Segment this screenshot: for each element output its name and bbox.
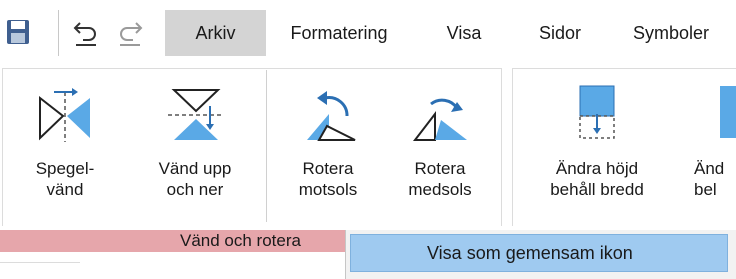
button-label: Rotera medsols	[408, 159, 472, 199]
undo-icon[interactable]	[72, 14, 100, 50]
tab-visa[interactable]: Visa	[424, 10, 504, 56]
rotate-ccw-button[interactable]: Rotera motsols	[278, 72, 378, 222]
change-width-icon	[720, 86, 736, 138]
tab-label: Visa	[446, 22, 482, 43]
rotate-ccw-icon	[307, 91, 356, 141]
group-label: Vänd och rotera	[0, 230, 345, 252]
bottom-strip	[0, 252, 345, 279]
button-label: Ändra höjd behåll bredd	[550, 159, 644, 199]
mirror-flip-button[interactable]: Spegel- vänd	[10, 72, 120, 222]
button-label: Rotera motsols	[298, 159, 358, 199]
rotate-cw-button[interactable]: Rotera medsols	[390, 72, 490, 222]
context-menu: Visa som gemensam ikon	[345, 230, 736, 279]
quick-access-separator	[58, 10, 59, 56]
divider	[0, 262, 80, 263]
button-label: Spegel- vänd	[35, 159, 95, 199]
tab-sidor[interactable]: Sidor	[520, 10, 600, 56]
button-label: Änd bel	[694, 159, 725, 199]
quick-access-and-tabs: Arkiv Formatering Visa Sidor Symboler	[0, 0, 736, 64]
button-label: Vänd upp och ner	[158, 159, 232, 199]
change-width-button[interactable]: Änd bel	[690, 72, 736, 222]
change-height-icon	[579, 85, 615, 139]
tab-symboler[interactable]: Symboler	[616, 10, 726, 56]
save-icon[interactable]	[4, 14, 32, 50]
tab-arkiv[interactable]: Arkiv	[165, 10, 266, 56]
rotate-cw-icon	[412, 98, 467, 141]
flip-vertical-button[interactable]: Vänd upp och ner	[140, 72, 250, 222]
tab-label: Formatering	[290, 22, 388, 43]
group-separator	[266, 70, 267, 222]
mirror-flip-icon	[39, 88, 90, 142]
tab-label: Symboler	[632, 22, 710, 43]
context-menu-item-show-as-common-icon[interactable]: Visa som gemensam ikon	[350, 234, 728, 272]
redo-icon[interactable]	[116, 14, 144, 50]
flip-vertical-icon	[168, 89, 224, 140]
tab-label: Sidor	[538, 22, 582, 43]
change-height-button[interactable]: Ändra höjd behåll bredd	[532, 72, 662, 222]
ribbon: Spegel- vänd Vänd upp och ner Rotera mot…	[0, 64, 736, 232]
tab-formatering[interactable]: Formatering	[274, 10, 404, 56]
tab-label: Arkiv	[195, 22, 236, 43]
